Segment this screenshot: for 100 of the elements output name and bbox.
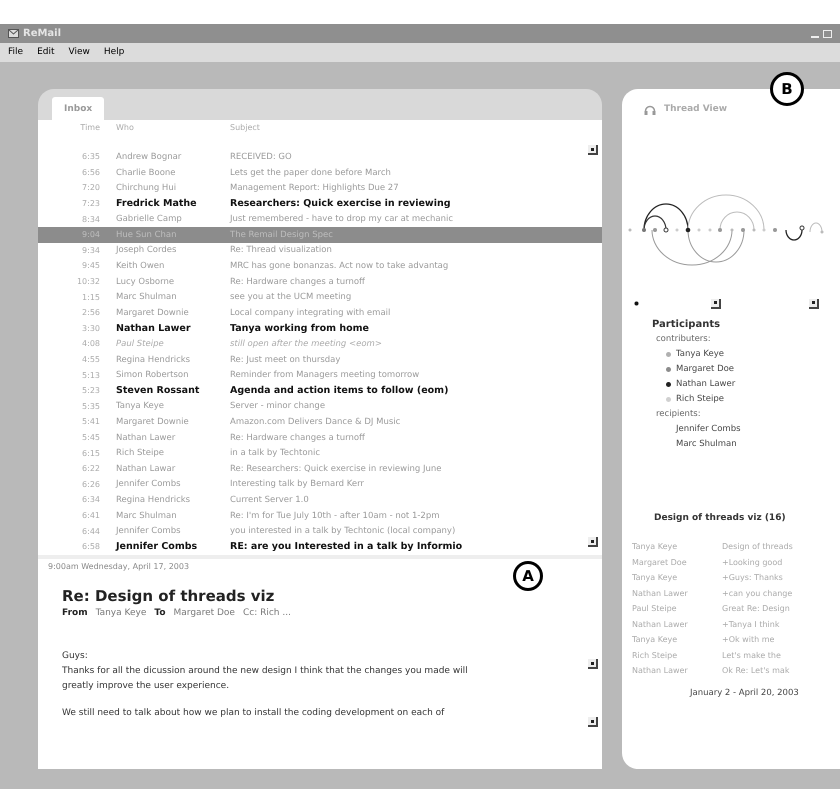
email-row[interactable]: 9:34 Joseph Cordes Re: Thread visualization: [38, 243, 602, 259]
menu-item[interactable]: File: [8, 46, 24, 60]
email-row[interactable]: 6:22 Nathan Lawar Re: Researchers: Quick exercise in reviewing June: [38, 461, 602, 477]
thread-message-row[interactable]: Tanya Keye Design of threads: [622, 539, 840, 554]
participant-dot-icon: [634, 301, 639, 306]
time-cell-text: 5:41: [81, 416, 101, 428]
time-cell-text: 4:08: [81, 338, 101, 350]
email-row[interactable]: 9:45 Keith Owen MRC has gone bonanzas. Act now to take advantag: [38, 258, 602, 274]
email-row[interactable]: 5:23 Steven Rossant Agenda and action items to follow (eom): [38, 383, 602, 399]
sender-cell-text: Nathan Lawer: [632, 618, 689, 630]
thread-message-row[interactable]: Tanya Keye +Guys: Thanks: [622, 570, 840, 586]
email-row[interactable]: 6:41 Marc Shulman Re: I'm for Tue July 10th - after 10am - not 1-2pm: [38, 508, 602, 524]
thread-message-row[interactable]: Rich Steipe Let's make the: [622, 648, 840, 663]
email-row[interactable]: 2:56 Margaret Downie Local company integrating with email: [38, 305, 602, 322]
time-cell-text: 8:34: [81, 214, 101, 226]
subject-cell-text: RECEIVED: GO: [230, 150, 293, 164]
date-range: January 2 - April 20, 2003: [688, 686, 800, 700]
email-row[interactable]: 6:26 Jennifer Combs Interesting talk by Bernard Kerr: [38, 476, 602, 493]
email-row[interactable]: 5:35 Tanya Keye Server - minor change: [38, 399, 602, 415]
maximize-icon[interactable]: [823, 30, 832, 38]
participant-name: Marc Shulman: [676, 438, 737, 450]
sender-cell-text: Simon Robertson: [115, 369, 190, 382]
email-row[interactable]: 8:34 Gabrielle Camp Just remembered - have to drop my car at mechanic: [38, 212, 602, 228]
subject-cell-text: Amazon.com Delivers Dance & DJ Music: [230, 416, 402, 429]
sender-cell-text: Gabrielle Camp: [115, 213, 183, 226]
snippet-cell-text: +can you change: [722, 588, 792, 600]
email-row[interactable]: 10:32 Lucy Osborne Re: Hardware changes a turnoff: [38, 274, 602, 290]
time-cell-text: 6:58: [81, 541, 101, 554]
snippet-cell-text: +Guys: Thanks: [722, 572, 783, 584]
scroll-down-button[interactable]: [711, 298, 721, 308]
email-row[interactable]: 5:41 Margaret Downie Amazon.com Delivers Dance & DJ Music: [38, 414, 602, 430]
time-cell-text: 6:35: [81, 151, 101, 164]
sender-cell-text: Margaret Downie: [115, 306, 190, 320]
inbox-tab[interactable]: Inbox: [52, 97, 104, 120]
time-cell-text: 4:55: [81, 354, 101, 366]
sender-cell-text: Tanya Keye: [632, 541, 678, 553]
email-row[interactable]: 6:15 Rich Steipe in a talk by Techtonic: [38, 446, 602, 462]
thread-message-row[interactable]: Nathan Lawer +can you change: [622, 586, 840, 601]
time-cell-text: 7:20: [81, 182, 101, 194]
sender-cell-text: Andrew Bognar: [115, 150, 182, 164]
sender-cell-text: Marc Shulman: [115, 510, 178, 522]
sender-cell-text: Rich Steipe: [632, 650, 678, 662]
menu-item[interactable]: Help: [104, 46, 124, 60]
sender-cell-text: Charlie Boone: [115, 166, 177, 180]
time-cell-text: 9:45: [81, 260, 101, 272]
time-cell-text: 6:44: [81, 526, 101, 538]
email-row[interactable]: 6:35 Andrew Bognar RECEIVED: GO: [38, 150, 602, 166]
scroll-up-button[interactable]: [588, 145, 598, 155]
email-row[interactable]: 6:44 Jennifer Combs you interested in a talk by Techtonic (local company): [38, 524, 602, 540]
thread-message-row[interactable]: Paul Steipe Great Re: Design: [622, 601, 840, 616]
sender-cell-text: Keith Owen: [115, 260, 166, 273]
email-row[interactable]: 1:15 Marc Shulman see you at the UCM meeting: [38, 290, 602, 306]
subject-cell-text: Current Server 1.0: [230, 494, 310, 507]
scroll-down-button[interactable]: [588, 717, 598, 727]
sender-cell-text: Jennifer Combs: [114, 478, 182, 492]
sender-cell-text: Joseph Cordes: [114, 244, 178, 258]
column-header[interactable]: Subject: [230, 122, 602, 134]
subject-cell-text: Researchers: Quick exercise in reviewing: [230, 196, 452, 211]
sender-cell-text: Tanya Keye: [115, 400, 165, 414]
participant-name: Jennifer Combs: [676, 422, 741, 436]
message-date: 9:00am Wednesday, April 17, 2003: [48, 560, 190, 573]
subject-cell-text: Reminder from Managers meeting tomorrow: [230, 369, 420, 382]
thread-message-row[interactable]: Nathan Lawer +Tanya I think: [622, 616, 840, 632]
email-row[interactable]: 6:58 Jennifer Combs RE: are you Interested in a talk by Informio: [38, 539, 602, 555]
time-cell-text: 5:23: [81, 385, 101, 398]
snippet-cell-text: +Ok with me: [722, 634, 774, 646]
menu-item[interactable]: Edit: [37, 46, 54, 60]
email-row[interactable]: 4:08 Paul Steipe still open after the meeting <eom>: [38, 336, 602, 352]
email-row[interactable]: 6:34 Regina Hendricks Current Server 1.0: [38, 492, 602, 508]
subject-cell-text: in a talk by Techtonic: [230, 447, 322, 460]
snippet-cell-text: Great Re: Design: [722, 603, 790, 615]
thread-title: Design of threads viz (16): [653, 512, 787, 524]
menu-item[interactable]: View: [68, 46, 90, 60]
participant-name: Rich Steipe: [676, 392, 724, 406]
thread-message-row[interactable]: Nathan Lawer Ok Re: Let's mak: [622, 663, 840, 678]
thread-message-row[interactable]: Margaret Doe +Looking good: [622, 554, 840, 570]
recipient-name: Margaret Doe: [174, 607, 235, 620]
subject-cell-text: Re: Researchers: Quick exercise in reviewing June: [230, 462, 442, 476]
email-row[interactable]: 3:30 Nathan Lawer Tanya working from home: [38, 321, 602, 337]
column-header[interactable]: Time: [38, 122, 108, 134]
column-header[interactable]: Who: [108, 122, 230, 134]
time-cell-text: 1:15: [81, 292, 101, 304]
time-cell-text: 9:34: [81, 244, 101, 257]
thread-message-row[interactable]: Tanya Keye +Ok with me: [622, 632, 840, 648]
message-paragraph: We still need to talk about how we plan to install the coding development on each of: [62, 706, 446, 720]
participant-name: Margaret Doe: [676, 362, 734, 376]
subject-cell-text: still open after the meeting <eom>: [230, 338, 383, 351]
email-row[interactable]: 4:55 Regina Hendricks Re: Just meet on thursday: [38, 352, 602, 368]
email-row[interactable]: 5:45 Nathan Lawer Re: Hardware changes a turnoff: [38, 430, 602, 446]
scroll-down-button[interactable]: [588, 537, 598, 547]
scroll-down-button[interactable]: [809, 298, 819, 308]
email-row[interactable]: 7:20 Chirchung Hui Management Report: Highlights Due 27: [38, 180, 602, 196]
email-row[interactable]: 7:23 Fredrick Mathe Researchers: Quick exercise in reviewing: [38, 196, 602, 212]
group-label: contributers:: [655, 332, 712, 346]
email-row[interactable]: 6:56 Charlie Boone Lets get the paper done before March: [38, 165, 602, 181]
scroll-up-button[interactable]: [588, 659, 598, 669]
sender-cell-text: Paul Steipe: [115, 338, 165, 351]
subject-cell-text: Just remembered - have to drop my car at mechanic: [230, 213, 454, 226]
email-row[interactable]: 5:13 Simon Robertson Reminder from Managers meeting tomorrow: [38, 368, 602, 384]
snippet-cell-text: +Tanya I think: [722, 618, 780, 631]
